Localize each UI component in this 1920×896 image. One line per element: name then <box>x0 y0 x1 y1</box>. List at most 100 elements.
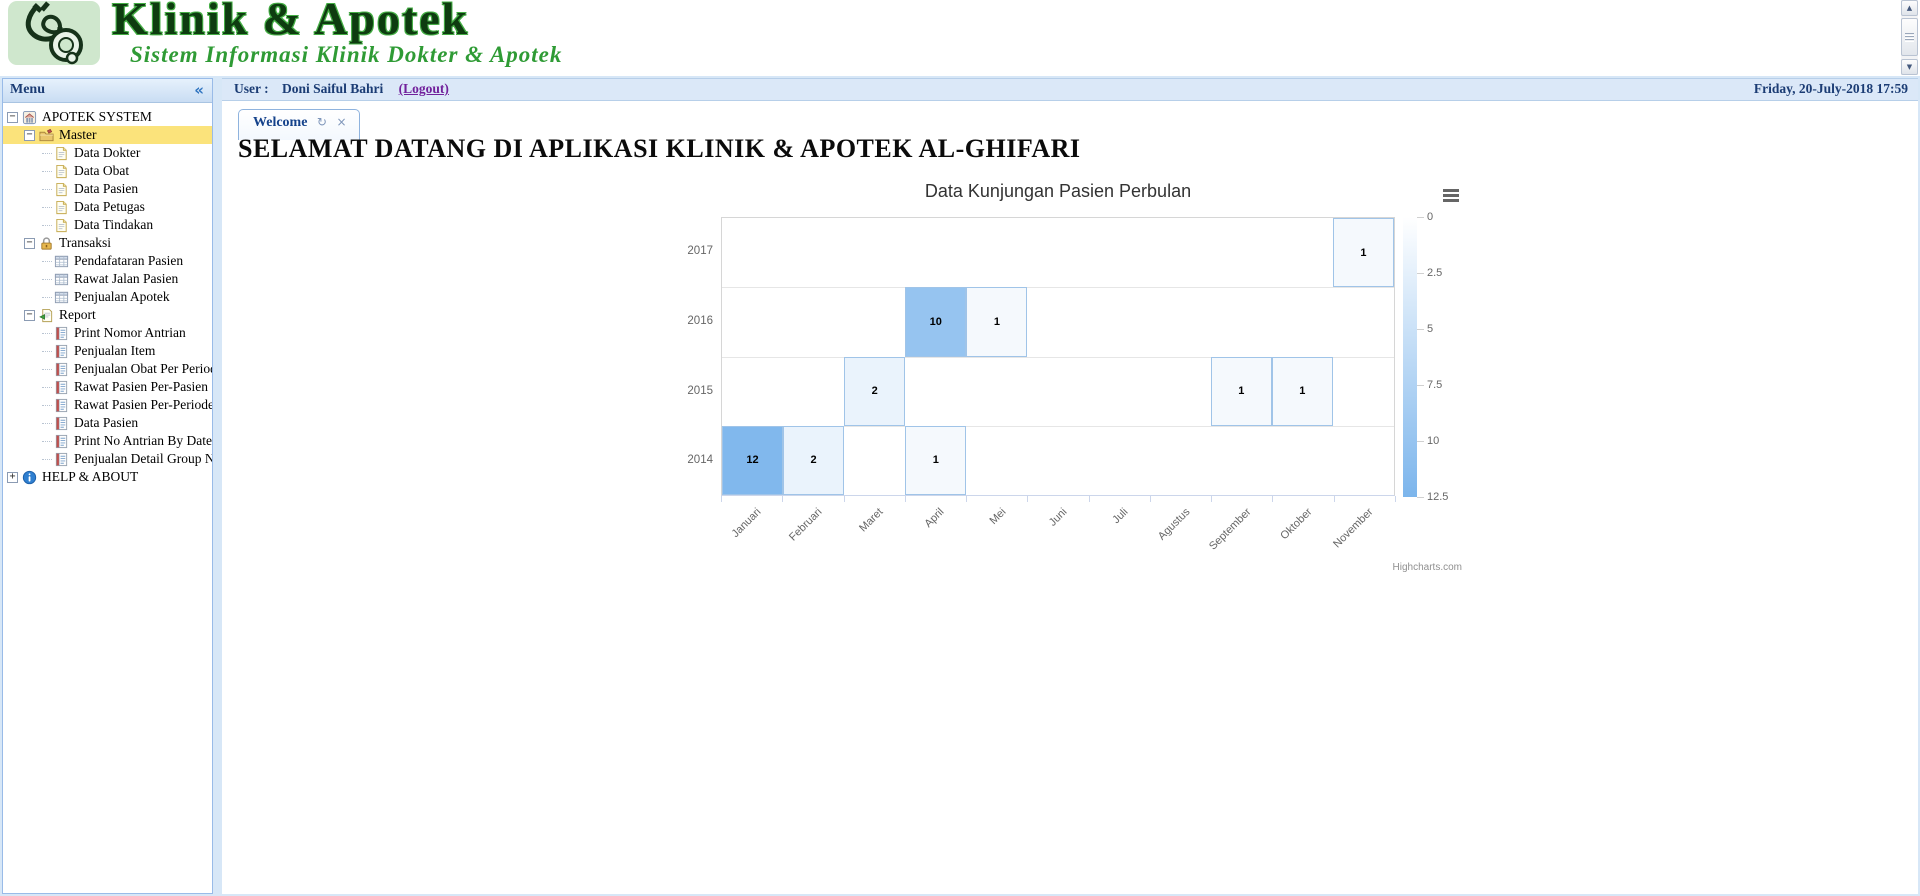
menu-item-penjualan-obat-per-periode[interactable]: Penjualan Obat Per Periode <box>3 360 212 378</box>
chart-title: Data Kunjungan Pasien Perbulan <box>721 181 1395 202</box>
y-axis-label-2015: 2015 <box>643 357 713 427</box>
document-icon <box>54 164 69 179</box>
menu-title: Menu <box>10 82 45 97</box>
x-axis-tick <box>1334 496 1335 502</box>
user-bar: User : Doni Saiful Bahri (Logout) Friday… <box>222 78 1918 101</box>
menu-item-label: Pendafataran Pasien <box>74 252 183 270</box>
tab-close-icon[interactable]: × <box>336 115 346 129</box>
y-axis-label-2016: 2016 <box>643 287 713 357</box>
home-icon <box>22 110 37 125</box>
legend-tick <box>1417 385 1424 386</box>
menu-item-pendafataran-pasien[interactable]: Pendafataran Pasien <box>3 252 212 270</box>
scroll-up-icon[interactable]: ▲ <box>1901 0 1918 16</box>
app-header: Klinik & Apotek Sistem Informasi Klinik … <box>0 0 1920 76</box>
heatmap-cell-2014-februari[interactable]: 2 <box>783 426 844 495</box>
table-icon <box>54 290 69 305</box>
heatmap-cell-2016-april[interactable]: 10 <box>905 287 966 356</box>
menu-item-apotek-system[interactable]: − APOTEK SYSTEM <box>3 108 212 126</box>
menu-item-penjualan-item[interactable]: Penjualan Item <box>3 342 212 360</box>
menu-item-penjualan-apotek[interactable]: Penjualan Apotek <box>3 288 212 306</box>
menu-item-label: Data Dokter <box>74 144 140 162</box>
tab-refresh-icon[interactable]: ↻ <box>317 115 327 129</box>
x-axis-tick <box>782 496 783 502</box>
grid-line <box>722 287 1394 288</box>
legend-label-0: 0 <box>1427 211 1471 223</box>
tree-connector <box>42 333 52 334</box>
menu-item-data-petugas[interactable]: Data Petugas <box>3 198 212 216</box>
workspace: Menu « −APOTEK SYSTEM−MasterData DokterD… <box>0 76 1920 896</box>
menu-item-label: Penjualan Item <box>74 342 155 360</box>
menu-item-rawat-jalan-pasien[interactable]: Rawat Jalan Pasien <box>3 270 212 288</box>
menu-item-transaksi[interactable]: − Transaksi <box>3 234 212 252</box>
collapse-node-icon[interactable]: − <box>7 112 18 123</box>
heatmap-cell-2014-januari[interactable]: 12 <box>722 426 783 495</box>
collapse-node-icon[interactable]: − <box>24 130 35 141</box>
user-label: User : <box>234 81 269 96</box>
menu-item-print-nomor-antrian[interactable]: Print Nomor Antrian <box>3 324 212 342</box>
menu-item-label: Data Obat <box>74 162 129 180</box>
legend-tick <box>1417 329 1424 330</box>
app-subtitle: Sistem Informasi Klinik Dokter & Apotek <box>130 42 562 68</box>
menu-item-help-about[interactable]: + HELP & ABOUT <box>3 468 212 486</box>
menu-item-data-pasien[interactable]: Data Pasien <box>3 414 212 432</box>
scrollbar-thumb[interactable] <box>1901 18 1918 56</box>
heatmap-cell-2015-september[interactable]: 1 <box>1211 357 1272 426</box>
menu-tree: −APOTEK SYSTEM−MasterData DokterData Oba… <box>3 103 212 486</box>
document-icon <box>54 200 69 215</box>
heatmap-plot-area: 11012111221 <box>721 217 1395 496</box>
tree-connector <box>42 261 52 262</box>
tree-connector <box>42 279 52 280</box>
menu-item-penjualan-detail-group-no-pe[interactable]: Penjualan Detail Group No Pe <box>3 450 212 468</box>
header-scrollbar[interactable]: ▲ ▼ <box>1901 0 1918 75</box>
menu-item-label: Transaksi <box>59 234 111 252</box>
menu-item-rawat-pasien-per-pasien[interactable]: Rawat Pasien Per-Pasien <box>3 378 212 396</box>
tree-connector <box>42 405 52 406</box>
menu-item-print-no-antrian-by-date[interactable]: Print No Antrian By Date <box>3 432 212 450</box>
heatmap-cell-2014-april[interactable]: 1 <box>905 426 966 495</box>
tree-connector <box>42 189 52 190</box>
menu-item-label: Data Pasien <box>74 180 138 198</box>
legend-tick <box>1417 273 1424 274</box>
menu-item-label: APOTEK SYSTEM <box>42 108 152 126</box>
legend-tick <box>1417 497 1424 498</box>
tree-connector <box>42 153 52 154</box>
menu-item-data-pasien[interactable]: Data Pasien <box>3 180 212 198</box>
folder-icon <box>39 128 54 143</box>
collapse-node-icon[interactable]: − <box>24 310 35 321</box>
menu-item-label: Print Nomor Antrian <box>74 324 186 342</box>
logout-link[interactable]: (Logout) <box>399 81 449 96</box>
menu-item-label: HELP & ABOUT <box>42 468 138 486</box>
color-axis-legend <box>1403 217 1417 497</box>
menu-item-data-obat[interactable]: Data Obat <box>3 162 212 180</box>
x-axis-tick <box>1089 496 1090 502</box>
menu-item-report[interactable]: − Report <box>3 306 212 324</box>
y-axis-label-2014: 2014 <box>643 426 713 496</box>
heatmap-cell-2016-mei[interactable]: 1 <box>966 287 1027 356</box>
report-item-icon <box>54 380 69 395</box>
heatmap-cell-2017-november[interactable]: 1 <box>1333 218 1394 287</box>
menu-item-label: Data Pasien <box>74 414 138 432</box>
menu-panel-header: Menu « <box>3 79 212 103</box>
heatmap-cell-2015-maret[interactable]: 2 <box>844 357 905 426</box>
lock-icon <box>39 236 54 251</box>
menu-item-label: Rawat Jalan Pasien <box>74 270 178 288</box>
menu-item-master[interactable]: −Master <box>3 126 212 144</box>
info-icon <box>22 470 37 485</box>
menu-item-label: Data Tindakan <box>74 216 153 234</box>
collapse-node-icon[interactable]: − <box>24 238 35 249</box>
expand-node-icon[interactable]: + <box>7 472 18 483</box>
chart-context-menu-icon[interactable] <box>1443 189 1459 202</box>
tree-connector <box>42 297 52 298</box>
menu-item-label: Report <box>59 306 96 324</box>
menu-item-data-dokter[interactable]: Data Dokter <box>3 144 212 162</box>
tree-connector <box>42 459 52 460</box>
scroll-down-icon[interactable]: ▼ <box>1901 59 1918 75</box>
collapse-panel-icon[interactable]: « <box>194 81 204 99</box>
menu-item-label: Rawat Pasien Per-Pasien <box>74 378 208 396</box>
patient-visits-heatmap-chart: Data Kunjungan Pasien Perbulan 110121112… <box>222 78 1918 894</box>
menu-item-rawat-pasien-per-periode[interactable]: Rawat Pasien Per-Periode <box>3 396 212 414</box>
x-axis-tick <box>1395 496 1396 502</box>
heatmap-cell-2015-oktober[interactable]: 1 <box>1272 357 1333 426</box>
welcome-heading: SELAMAT DATANG DI APLIKASI KLINIK & APOT… <box>238 134 1081 164</box>
menu-item-data-tindakan[interactable]: Data Tindakan <box>3 216 212 234</box>
